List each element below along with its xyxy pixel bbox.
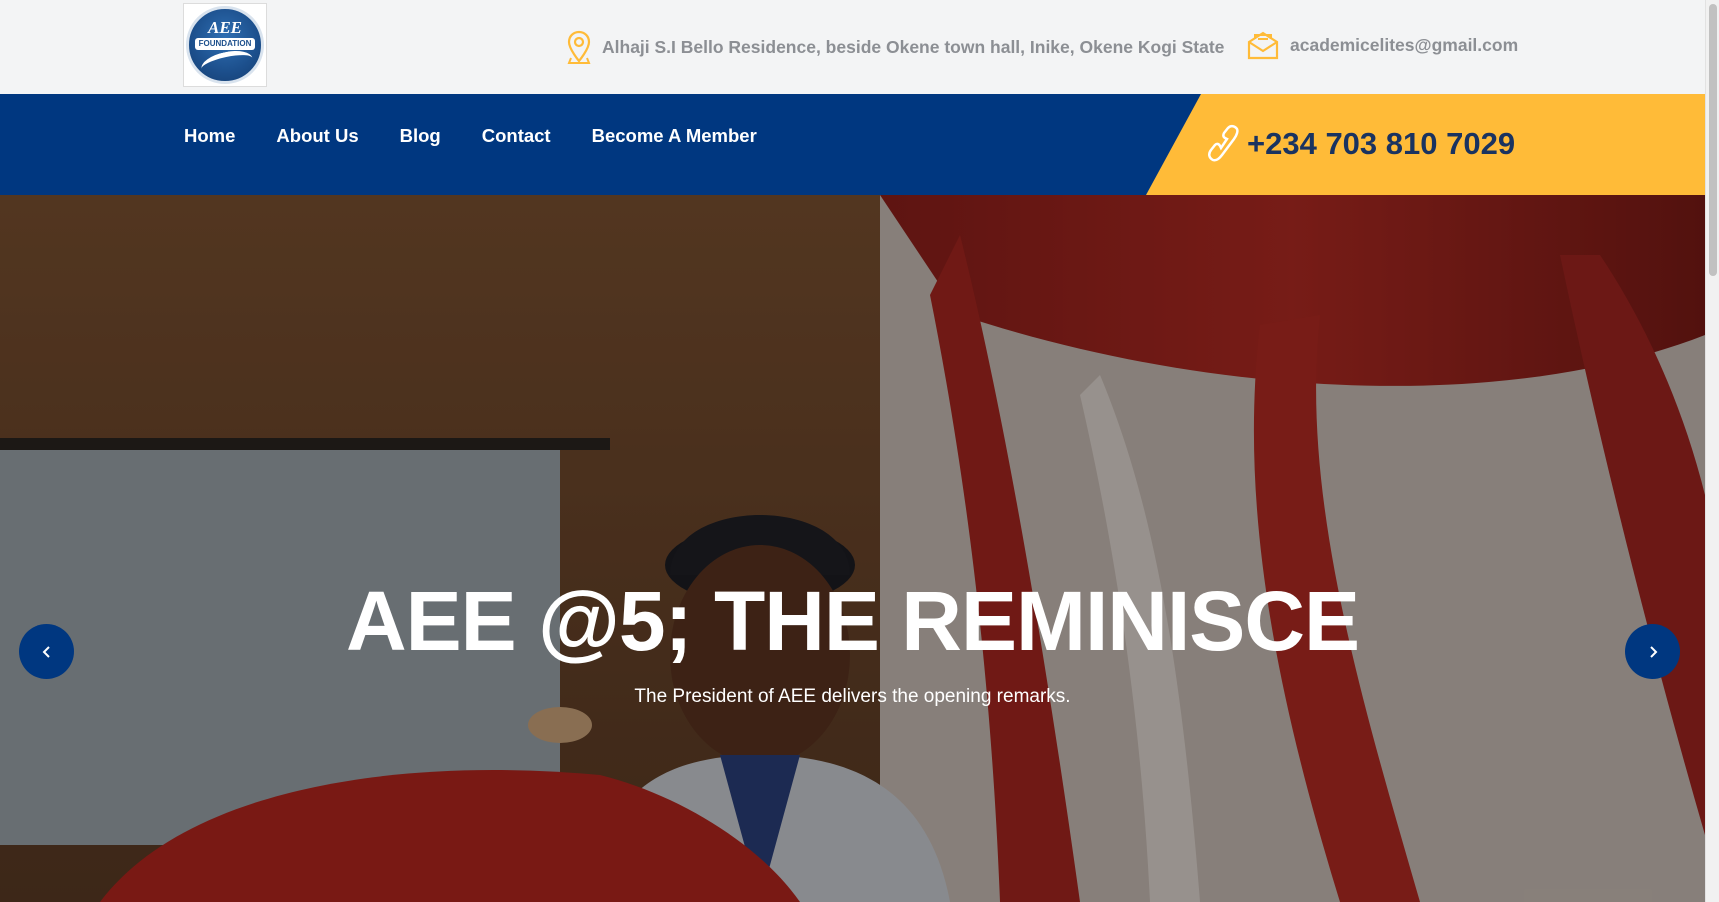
logo-swoosh xyxy=(199,46,255,81)
logo-emblem: AEE FOUNDATION xyxy=(186,6,264,84)
scrollbar-thumb[interactable] xyxy=(1709,4,1717,276)
hero-title: AEE @5; THE REMINISCE xyxy=(345,574,1360,668)
nav-become-member[interactable]: Become A Member xyxy=(592,125,757,147)
phone-icon xyxy=(1208,124,1239,162)
address-text: Alhaji S.I Bello Residence, beside Okene… xyxy=(602,36,1225,57)
hero-subtitle: The President of AEE delivers the openin… xyxy=(634,686,1071,707)
location-pin-icon xyxy=(567,30,591,64)
site-logo[interactable]: AEE FOUNDATION xyxy=(183,3,267,87)
nav-home[interactable]: Home xyxy=(184,125,235,147)
email-text[interactable]: academicelites@gmail.com xyxy=(1290,35,1518,56)
nav-about-us[interactable]: About Us xyxy=(276,125,358,147)
page-scrollbar[interactable] xyxy=(1705,0,1719,902)
slider-next-button[interactable] xyxy=(1625,624,1680,679)
address-info: Alhaji S.I Bello Residence, beside Okene… xyxy=(566,30,1224,64)
top-bar: AEE FOUNDATION Alhaji S.I Bello Residenc… xyxy=(0,0,1705,94)
logo-band: FOUNDATION xyxy=(194,38,256,50)
nav-menu: Home About Us Blog Contact Become A Memb… xyxy=(184,125,798,147)
nav-contact[interactable]: Contact xyxy=(482,125,551,147)
email-info[interactable]: academicelites@gmail.com xyxy=(1246,30,1518,60)
phone-text[interactable]: +234 703 810 7029 xyxy=(1247,126,1515,162)
nav-blog[interactable]: Blog xyxy=(400,125,441,147)
hero-overlay xyxy=(0,195,1705,902)
chevron-left-icon xyxy=(42,645,50,658)
chevron-right-icon xyxy=(1649,645,1657,658)
phone-number[interactable]: +234 703 810 7029 xyxy=(1205,124,1515,164)
logo-text: AEE xyxy=(207,18,243,37)
hero-slider: AEE @5; THE REMINISCE The President of A… xyxy=(0,195,1705,902)
envelope-icon xyxy=(1247,31,1279,60)
slider-prev-button[interactable] xyxy=(19,624,74,679)
